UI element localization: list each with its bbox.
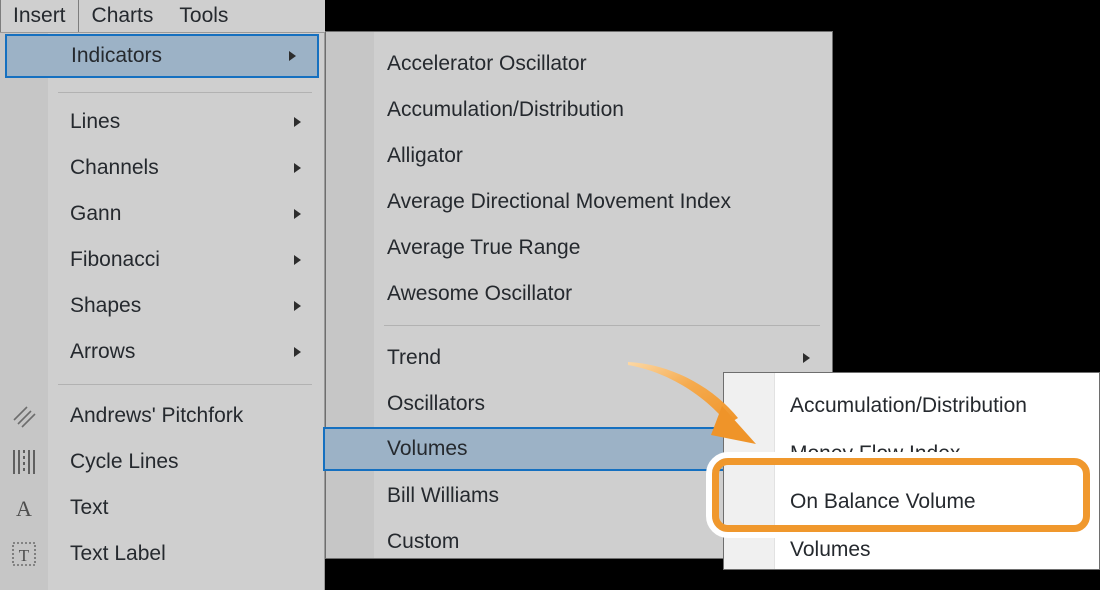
app-window: Insert Charts Tools Indicators Lines Cha… [0, 0, 1100, 590]
menu-item-label: Awesome Oscillator [387, 282, 573, 305]
text-a-icon: A [0, 495, 48, 521]
pitchfork-icon [0, 403, 48, 429]
menu-item-label: On Balance Volume [790, 490, 976, 513]
menu-item-label: Volumes [790, 538, 871, 561]
menu-item-gann[interactable]: Gann [0, 191, 324, 237]
menu-item-average-true-range[interactable]: Average True Range [326, 225, 832, 271]
menu-item-label: Gann [70, 202, 122, 225]
menu-item-money-flow-index[interactable]: Money Flow Index [724, 429, 1099, 479]
menu-item-label: Text [70, 496, 109, 519]
menu-item-text-label[interactable]: T Text Label [0, 531, 324, 577]
menubar-tab-insert[interactable]: Insert [0, 0, 79, 33]
menu-item-label: Volumes [387, 437, 468, 460]
chevron-right-icon [294, 117, 301, 127]
menu-item-label: Accumulation/Distribution [790, 394, 1027, 417]
menu-item-label: Alligator [387, 144, 463, 167]
menu-item-awesome-oscillator[interactable]: Awesome Oscillator [326, 271, 832, 317]
menu-item-channels[interactable]: Channels [0, 145, 324, 191]
menu-item-label: Oscillators [387, 392, 486, 415]
menu-item-label: Cycle Lines [70, 450, 179, 473]
menu-item-shapes[interactable]: Shapes [0, 283, 324, 329]
menu-item-arrows[interactable]: Arrows [0, 329, 324, 375]
menu-bar: Insert Charts Tools [0, 0, 325, 33]
menu-item-label: Custom [387, 530, 460, 553]
menu-item-accumulation-distribution-vol[interactable]: Accumulation/Distribution [724, 381, 1099, 431]
menu-item-label: Bill Williams [387, 484, 499, 507]
chevron-right-icon [294, 255, 301, 265]
menu-item-cycle-lines[interactable]: Cycle Lines [0, 439, 324, 485]
menu-separator [384, 325, 820, 326]
svg-text:A: A [16, 496, 32, 521]
chevron-right-icon [289, 51, 296, 61]
menu-item-alligator[interactable]: Alligator [326, 133, 832, 179]
menu-item-text[interactable]: A Text [0, 485, 324, 531]
menu-item-on-balance-volume[interactable]: On Balance Volume [724, 477, 1099, 527]
menu-item-average-directional-movement-index[interactable]: Average Directional Movement Index [326, 179, 832, 225]
menu-item-volumes-vol[interactable]: Volumes [724, 525, 1099, 569]
menu-item-indicators[interactable]: Indicators [5, 34, 319, 78]
menu-item-lines[interactable]: Lines [0, 99, 324, 145]
menu-item-label: Shapes [70, 294, 142, 317]
menubar-tab-charts[interactable]: Charts [79, 0, 167, 32]
menu-item-accumulation-distribution[interactable]: Accumulation/Distribution [326, 87, 832, 133]
text-label-icon: T [0, 540, 48, 568]
menu-item-label: Average Directional Movement Index [387, 190, 731, 213]
menu-item-label: Text Label [70, 542, 166, 565]
menu-item-label: Indicators [71, 44, 163, 67]
menu-item-accelerator-oscillator[interactable]: Accelerator Oscillator [326, 41, 832, 87]
svg-text:T: T [19, 546, 30, 565]
chevron-right-icon [803, 353, 810, 363]
menu-item-label: Channels [70, 156, 159, 179]
menu-item-label: Money Flow Index [790, 442, 961, 465]
menu-item-label: Average True Range [387, 236, 581, 259]
insert-dropdown-menu: Indicators Lines Channels Gann Fibonacci… [0, 32, 325, 590]
volumes-submenu: Accumulation/Distribution Money Flow Ind… [723, 372, 1100, 570]
menu-item-label: Lines [70, 110, 121, 133]
menu-separator [58, 92, 312, 93]
menu-item-label: Accumulation/Distribution [387, 98, 624, 121]
menu-item-label: Accelerator Oscillator [387, 52, 587, 75]
menu-item-fibonacci[interactable]: Fibonacci [0, 237, 324, 283]
chevron-right-icon [294, 347, 301, 357]
menu-item-label: Andrews' Pitchfork [70, 404, 244, 427]
chevron-right-icon [294, 209, 301, 219]
menu-separator [58, 384, 312, 385]
menu-item-label: Arrows [70, 340, 136, 363]
menubar-tab-tools[interactable]: Tools [166, 0, 241, 32]
menu-item-andrews-pitchfork[interactable]: Andrews' Pitchfork [0, 393, 324, 439]
cycle-lines-icon [0, 448, 48, 476]
menu-item-label: Trend [387, 346, 442, 369]
menu-item-label: Fibonacci [70, 248, 160, 271]
chevron-right-icon [294, 301, 301, 311]
chevron-right-icon [294, 163, 301, 173]
